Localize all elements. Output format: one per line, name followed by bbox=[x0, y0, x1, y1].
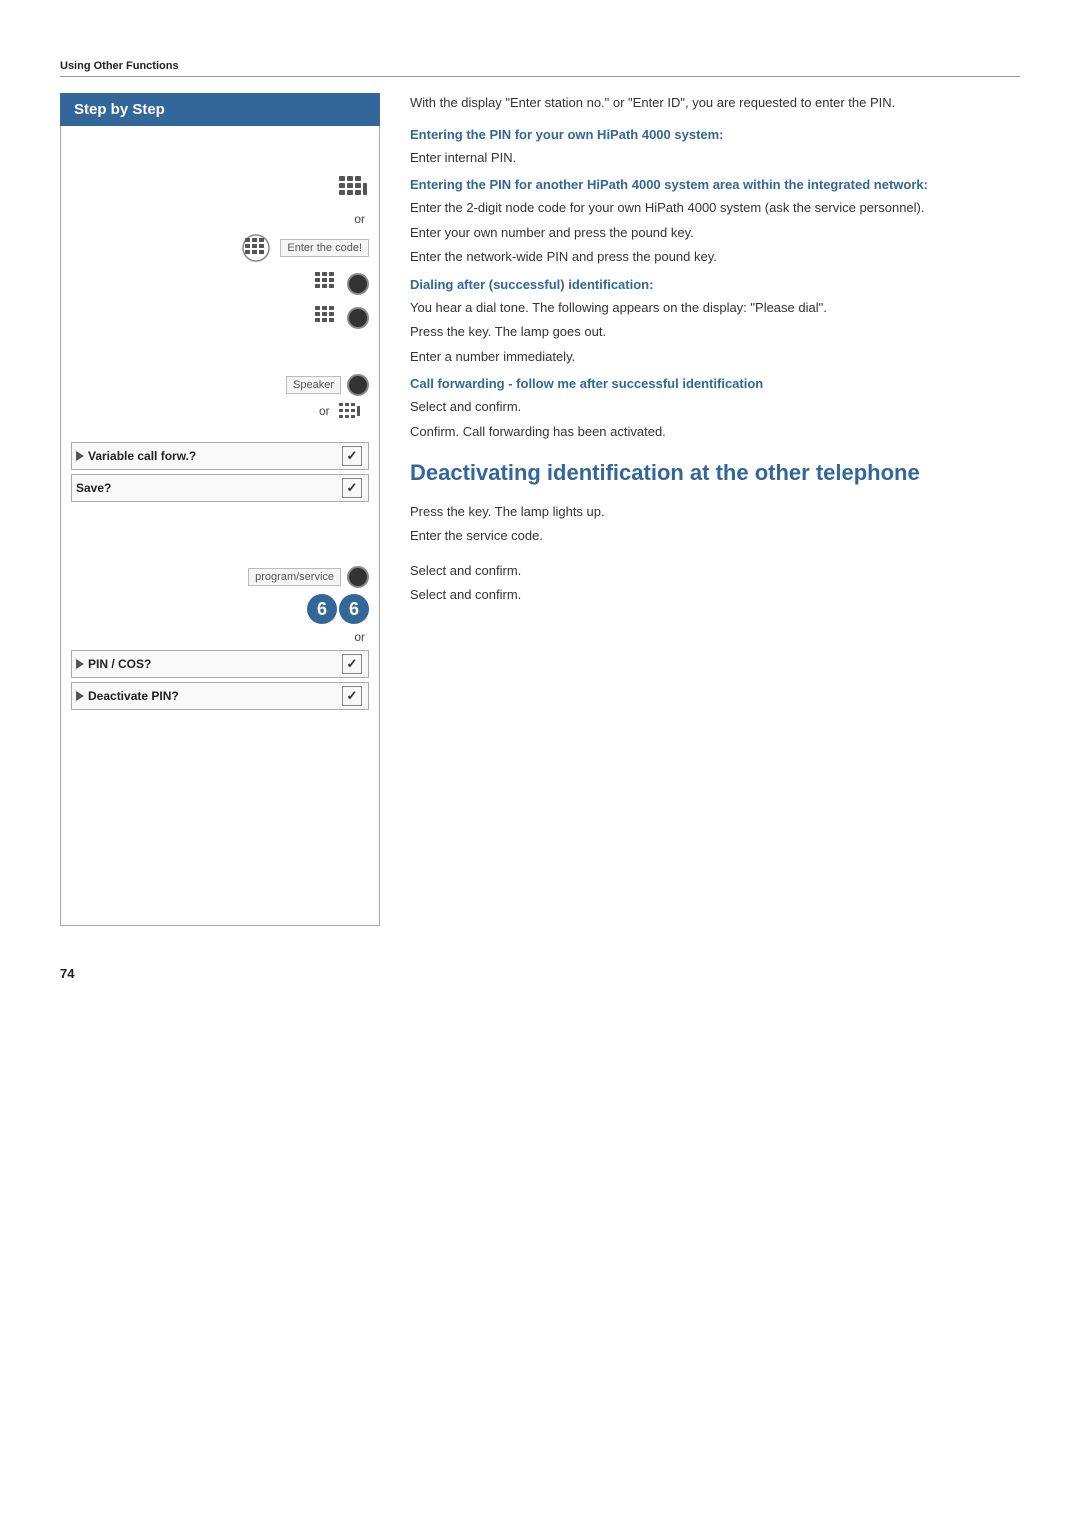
circle-icon-1 bbox=[347, 273, 369, 295]
circle-icon-2 bbox=[347, 307, 369, 329]
checkmark-3: ✓ bbox=[342, 654, 362, 674]
entering-own-text1: Enter internal PIN. bbox=[410, 148, 1020, 168]
deactivating-text4: Select and confirm. bbox=[410, 585, 1020, 605]
keypad-row-1 bbox=[71, 174, 369, 206]
step-by-step-body: or Enter the code! bbox=[60, 126, 380, 926]
circle-icon-4 bbox=[347, 566, 369, 588]
keypad-pound-row-2 bbox=[71, 304, 369, 332]
program-service-row: program/service bbox=[71, 566, 369, 588]
badge-6-2: 6 bbox=[339, 594, 369, 624]
circle-icon-3 bbox=[347, 374, 369, 396]
enter-code-label: Enter the code! bbox=[280, 239, 369, 257]
deactivating-text1: Press the key. The lamp lights up. bbox=[410, 502, 1020, 522]
badge-6-1: 6 bbox=[307, 594, 337, 624]
save-label: Save? bbox=[76, 481, 111, 495]
page-header: Using Other Functions bbox=[60, 60, 1020, 77]
keypad-icon-5 bbox=[337, 402, 365, 422]
keypad-icon-4 bbox=[313, 304, 341, 332]
dialing-text3: Enter a number immediately. bbox=[410, 347, 1020, 367]
or-label-3: or bbox=[71, 630, 365, 644]
entering-other-text2: Enter your own number and press the poun… bbox=[410, 223, 1020, 243]
deactivating-heading: Deactivating identification at the other… bbox=[410, 459, 1020, 488]
call-forwarding-text1: Select and confirm. bbox=[410, 397, 1020, 417]
keypad-icon-1 bbox=[337, 174, 369, 206]
step-by-step-header: Step by Step bbox=[60, 93, 380, 126]
call-forwarding-text2: Confirm. Call forwarding has been activa… bbox=[410, 422, 1020, 442]
pin-cos-label: PIN / COS? bbox=[88, 657, 151, 671]
keypad-pound-row-1 bbox=[71, 270, 369, 298]
deactivating-text2: Enter the service code. bbox=[410, 526, 1020, 546]
entering-other-text1: Enter the 2-digit node code for your own… bbox=[410, 198, 1020, 218]
call-forwarding-heading: Call forwarding - follow me after succes… bbox=[410, 376, 1020, 391]
number-badge-row: 6 6 bbox=[71, 594, 369, 624]
checkmark-4: ✓ bbox=[342, 686, 362, 706]
program-service-label: program/service bbox=[248, 568, 341, 586]
enter-code-row: Enter the code! bbox=[71, 232, 369, 264]
entering-own-heading: Entering the PIN for your own HiPath 400… bbox=[410, 127, 1020, 142]
variable-call-forw-label: Variable call forw.? bbox=[88, 449, 196, 463]
variable-call-forw-row[interactable]: Variable call forw.? ✓ bbox=[71, 442, 369, 470]
right-column: With the display "Enter station no." or … bbox=[400, 93, 1020, 926]
intro-text: With the display "Enter station no." or … bbox=[410, 93, 1020, 113]
speaker-label: Speaker bbox=[286, 376, 341, 394]
entering-other-text3: Enter the network-wide PIN and press the… bbox=[410, 247, 1020, 267]
header-title: Using Other Functions bbox=[60, 60, 179, 72]
or-label-2: or bbox=[71, 402, 365, 422]
dialing-text2: Press the key. The lamp goes out. bbox=[410, 322, 1020, 342]
deactivate-pin-row[interactable]: Deactivate PIN? ✓ bbox=[71, 682, 369, 710]
dialing-heading: Dialing after (successful) identificatio… bbox=[410, 277, 1020, 292]
arrow-icon-1 bbox=[76, 451, 84, 461]
keypad-icon-3 bbox=[313, 270, 341, 298]
or-label-1: or bbox=[71, 212, 365, 226]
deactivate-pin-label: Deactivate PIN? bbox=[88, 689, 179, 703]
speaker-row: Speaker bbox=[71, 374, 369, 396]
page-number: 74 bbox=[60, 966, 1020, 981]
keypad-icon-2 bbox=[240, 232, 272, 264]
checkmark-1: ✓ bbox=[342, 446, 362, 466]
left-column: Step by Step bbox=[60, 93, 400, 926]
deactivating-text3: Select and confirm. bbox=[410, 561, 1020, 581]
dialing-text1: You hear a dial tone. The following appe… bbox=[410, 298, 1020, 318]
checkmark-2: ✓ bbox=[342, 478, 362, 498]
arrow-icon-2 bbox=[76, 659, 84, 669]
entering-other-heading: Entering the PIN for another HiPath 4000… bbox=[410, 177, 1020, 192]
pin-cos-row[interactable]: PIN / COS? ✓ bbox=[71, 650, 369, 678]
save-row[interactable]: Save? ✓ bbox=[71, 474, 369, 502]
arrow-icon-3 bbox=[76, 691, 84, 701]
sidebar-title: Step by Step bbox=[74, 101, 165, 118]
